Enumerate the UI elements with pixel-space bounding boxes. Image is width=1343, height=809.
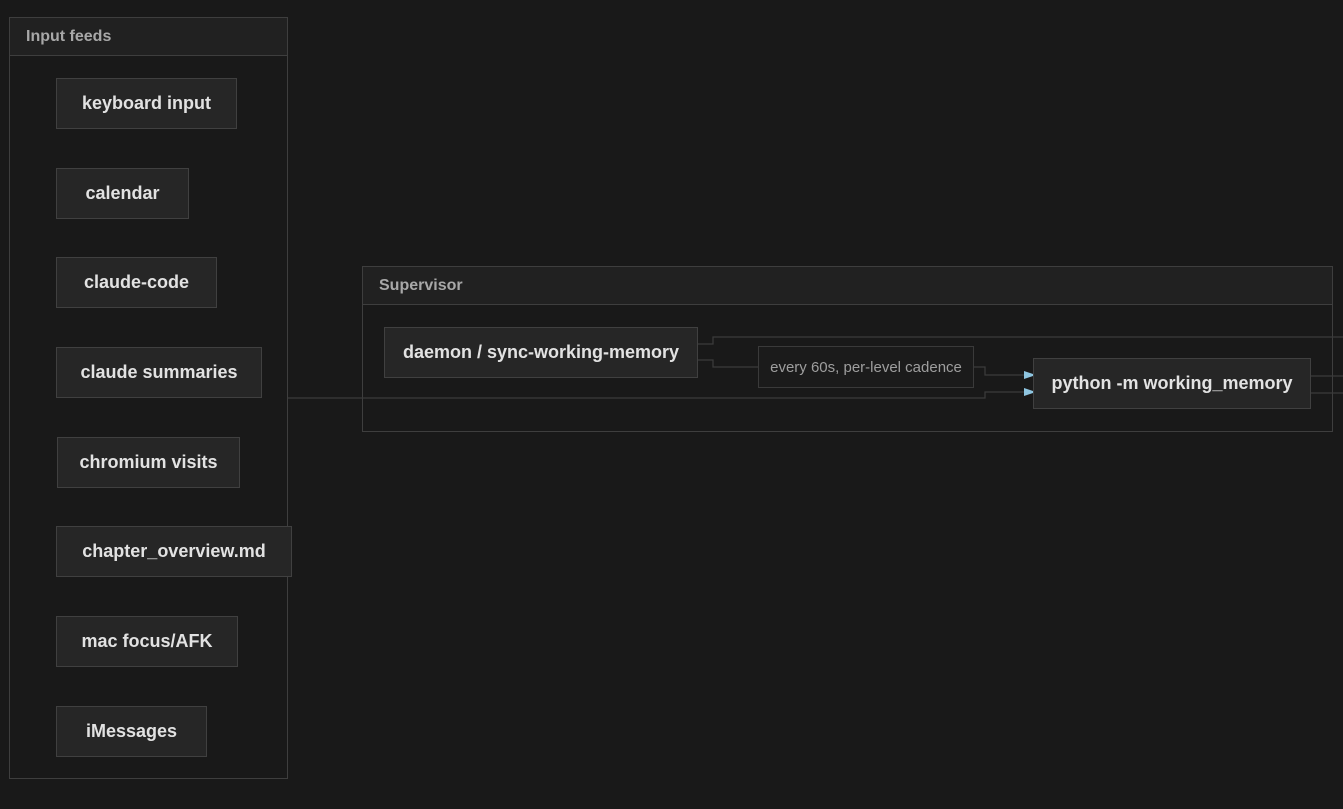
supervisor-group-title: Supervisor <box>363 267 1332 305</box>
node-claude-code[interactable]: claude-code <box>56 257 217 308</box>
node-imessages[interactable]: iMessages <box>56 706 207 757</box>
diagram-canvas: Input feeds Supervisor keyboard input ca… <box>0 0 1343 809</box>
node-chromium-visits[interactable]: chromium visits <box>57 437 240 488</box>
node-daemon-sync-working-memory[interactable]: daemon / sync-working-memory <box>384 327 698 378</box>
node-calendar[interactable]: calendar <box>56 168 189 219</box>
node-python-working-memory[interactable]: python -m working_memory <box>1033 358 1311 409</box>
node-keyboard-input[interactable]: keyboard input <box>56 78 237 129</box>
node-chapter-overview[interactable]: chapter_overview.md <box>56 526 292 577</box>
input-feeds-group-title: Input feeds <box>10 18 287 56</box>
edge-label-cadence: every 60s, per-level cadence <box>758 346 974 388</box>
node-mac-focus[interactable]: mac focus/AFK <box>56 616 238 667</box>
node-claude-summaries[interactable]: claude summaries <box>56 347 262 398</box>
